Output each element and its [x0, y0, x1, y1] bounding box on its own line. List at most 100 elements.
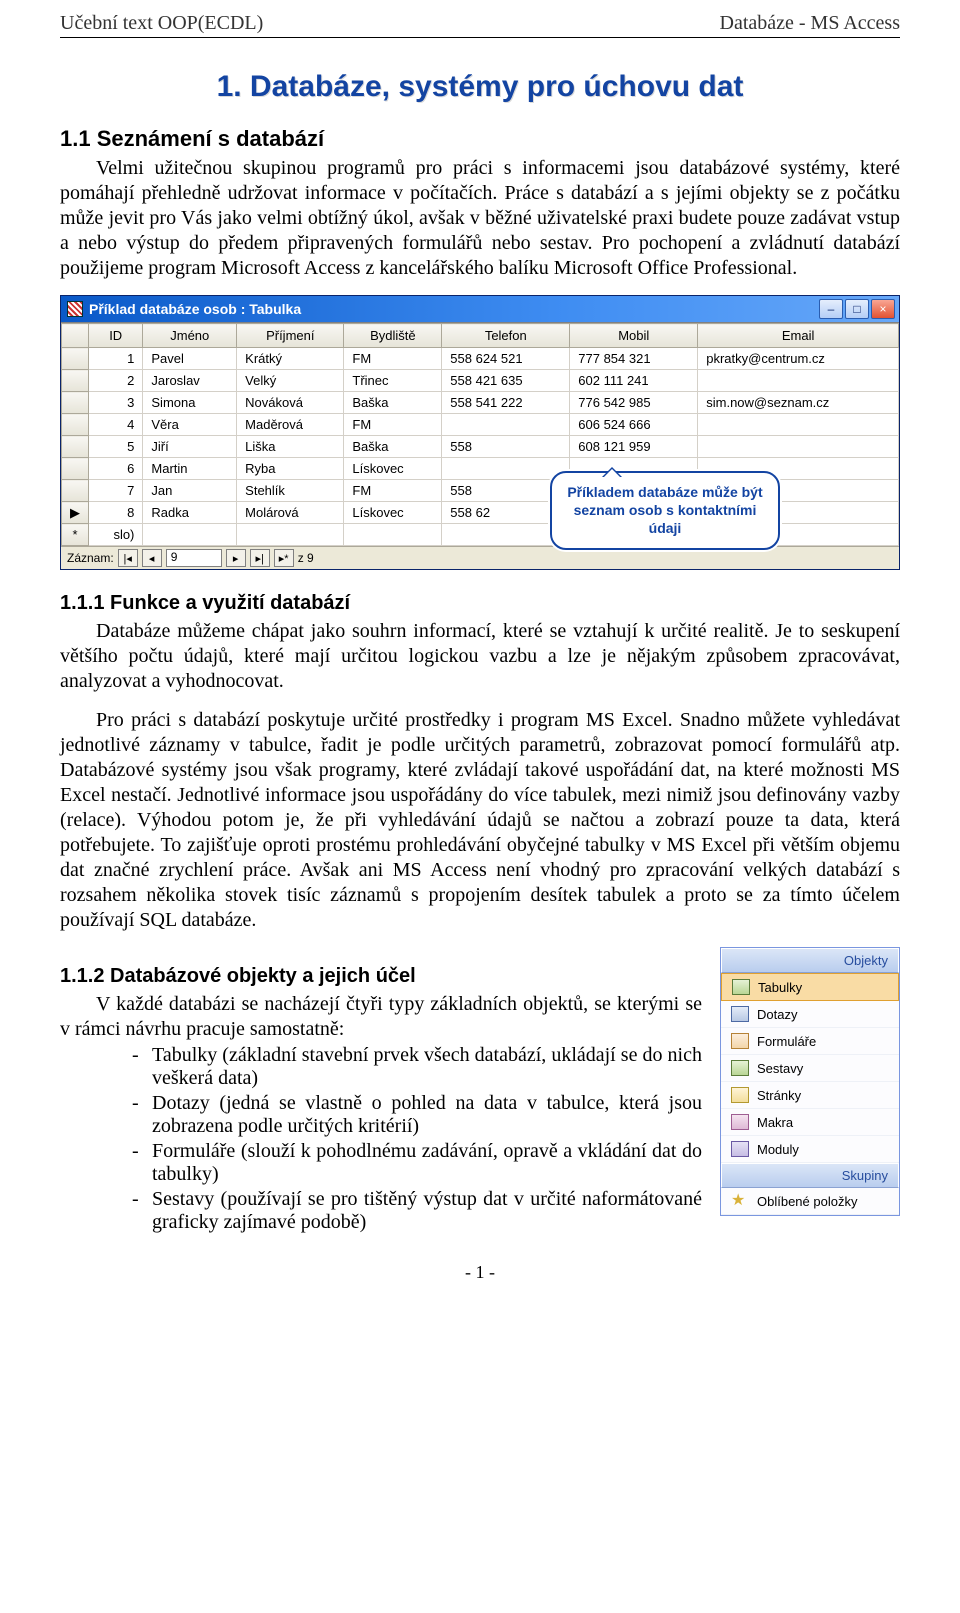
cell[interactable]: Molárová	[237, 502, 344, 524]
cell[interactable]: FM	[344, 414, 442, 436]
cell[interactable]: Simona	[143, 392, 237, 414]
cell[interactable]: Maděrová	[237, 414, 344, 436]
row-selector[interactable]	[62, 392, 89, 414]
cell[interactable]: 1	[89, 348, 143, 370]
cell[interactable]: FM	[344, 480, 442, 502]
record-number-input[interactable]: 9	[166, 549, 222, 567]
cell[interactable]: slo)	[89, 524, 143, 546]
cell[interactable]: 2	[89, 370, 143, 392]
row-selector[interactable]	[62, 370, 89, 392]
cell[interactable]: Lískovec	[344, 458, 442, 480]
objects-item-dotazy[interactable]: Dotazy	[721, 1001, 899, 1028]
maximize-button[interactable]: □	[845, 299, 869, 319]
objects-item-label: Oblíbené položky	[757, 1194, 857, 1209]
table-row[interactable]: 1PavelKrátkýFM558 624 521777 854 321pkra…	[62, 348, 899, 370]
objects-item-formulare[interactable]: Formuláře	[721, 1028, 899, 1055]
cell[interactable]: 558 541 222	[442, 392, 570, 414]
cell[interactable]: Krátký	[237, 348, 344, 370]
nav-first-button[interactable]: |◂	[118, 549, 138, 567]
cell[interactable]: 777 854 321	[570, 348, 698, 370]
cell[interactable]	[698, 370, 899, 392]
row-selector[interactable]	[62, 480, 89, 502]
row-selector[interactable]	[62, 436, 89, 458]
row-selector[interactable]	[62, 348, 89, 370]
cell[interactable]: 4	[89, 414, 143, 436]
cell[interactable]: Nováková	[237, 392, 344, 414]
minimize-button[interactable]: –	[819, 299, 843, 319]
cell[interactable]: pkratky@centrum.cz	[698, 348, 899, 370]
cell[interactable]: 558	[442, 436, 570, 458]
col-email[interactable]: Email	[698, 324, 899, 348]
cell[interactable]: Baška	[344, 392, 442, 414]
cell[interactable]: Velký	[237, 370, 344, 392]
table-row[interactable]: 3SimonaNovákováBaška558 541 222776 542 9…	[62, 392, 899, 414]
objects-item-stranky[interactable]: Stránky	[721, 1082, 899, 1109]
section-1-1-1-heading: 1.1.1 Funkce a využití databází	[60, 592, 900, 615]
nav-new-button[interactable]: ▸*	[274, 549, 294, 567]
access-screenshot: Příklad databáze osob : Tabulka – □ × ID…	[60, 295, 900, 570]
cell[interactable]: Stehlík	[237, 480, 344, 502]
star-icon	[731, 1193, 749, 1209]
main-title: 1. Databáze, systémy pro úchovu dat	[60, 70, 900, 104]
cell[interactable]: Věra	[143, 414, 237, 436]
col-prijmeni[interactable]: Příjmení	[237, 324, 344, 348]
cell[interactable]: Liška	[237, 436, 344, 458]
cell[interactable]: Martin	[143, 458, 237, 480]
table-row[interactable]: 4VěraMaděrováFM 606 524 666	[62, 414, 899, 436]
cell[interactable]: Ryba	[237, 458, 344, 480]
cell[interactable]: 5	[89, 436, 143, 458]
row-selector[interactable]	[62, 414, 89, 436]
cell[interactable]: sim.now@seznam.cz	[698, 392, 899, 414]
cell[interactable]: 776 542 985	[570, 392, 698, 414]
objects-group-header[interactable]: Objekty	[721, 948, 899, 973]
col-mobil[interactable]: Mobil	[570, 324, 698, 348]
cell[interactable]: 608 121 959	[570, 436, 698, 458]
cell[interactable]: 602 111 241	[570, 370, 698, 392]
cell[interactable]	[442, 458, 570, 480]
row-selector[interactable]: ▶	[62, 502, 89, 524]
col-telefon[interactable]: Telefon	[442, 324, 570, 348]
cell[interactable]: 6	[89, 458, 143, 480]
nav-next-button[interactable]: ▸	[226, 549, 246, 567]
cell[interactable]: 606 524 666	[570, 414, 698, 436]
cell[interactable]: 558 421 635	[442, 370, 570, 392]
cell[interactable]: Radka	[143, 502, 237, 524]
objects-item-makra[interactable]: Makra	[721, 1109, 899, 1136]
cell[interactable]	[442, 414, 570, 436]
report-icon	[731, 1060, 749, 1076]
table-row[interactable]: 2JaroslavVelkýTřinec558 421 635602 111 2…	[62, 370, 899, 392]
cell[interactable]: FM	[344, 348, 442, 370]
cell[interactable]: 7	[89, 480, 143, 502]
col-bydliste[interactable]: Bydliště	[344, 324, 442, 348]
row-selector-header[interactable]	[62, 324, 89, 348]
cell[interactable]: 558 624 521	[442, 348, 570, 370]
cell[interactable]	[344, 524, 442, 546]
cell[interactable]: Pavel	[143, 348, 237, 370]
col-id[interactable]: ID	[89, 324, 143, 348]
objects-item-moduly[interactable]: Moduly	[721, 1136, 899, 1163]
nav-last-button[interactable]: ▸|	[250, 549, 270, 567]
table-row[interactable]: 5JiříLiškaBaška558608 121 959	[62, 436, 899, 458]
cell[interactable]	[143, 524, 237, 546]
cell[interactable]: Lískovec	[344, 502, 442, 524]
row-selector[interactable]	[62, 458, 89, 480]
col-jmeno[interactable]: Jméno	[143, 324, 237, 348]
cell[interactable]: Baška	[344, 436, 442, 458]
cell[interactable]: Jiří	[143, 436, 237, 458]
close-button[interactable]: ×	[871, 299, 895, 319]
objects-item-tabulky[interactable]: Tabulky	[721, 973, 899, 1001]
objects-item-label: Sestavy	[757, 1061, 803, 1076]
cell[interactable]: Jan	[143, 480, 237, 502]
cell[interactable]	[237, 524, 344, 546]
groups-group-header[interactable]: Skupiny	[721, 1163, 899, 1188]
cell[interactable]: 3	[89, 392, 143, 414]
cell[interactable]: Třinec	[344, 370, 442, 392]
cell[interactable]	[698, 436, 899, 458]
cell[interactable]: Jaroslav	[143, 370, 237, 392]
objects-item-favorites[interactable]: Oblíbené položky	[721, 1188, 899, 1215]
nav-prev-button[interactable]: ◂	[142, 549, 162, 567]
cell[interactable]	[698, 414, 899, 436]
row-selector[interactable]: *	[62, 524, 89, 546]
objects-item-sestavy[interactable]: Sestavy	[721, 1055, 899, 1082]
cell[interactable]: 8	[89, 502, 143, 524]
